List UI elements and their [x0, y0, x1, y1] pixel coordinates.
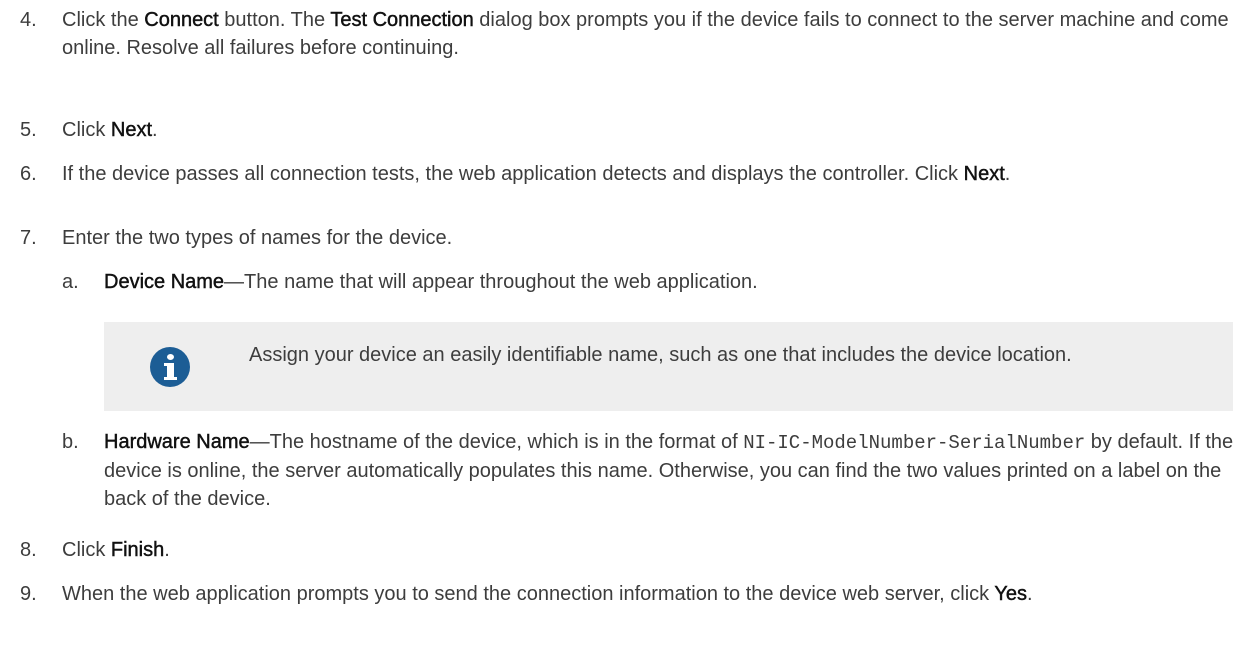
note-text: Assign your device an easily identifiabl… [249, 344, 1072, 366]
info-note: Assign your device an easily identifiabl… [104, 322, 1233, 411]
step-text: Click Next. [62, 116, 1232, 144]
substep-text: Hardware Name—The hostname of the device… [104, 428, 1234, 513]
substep-letter: a. [62, 271, 79, 293]
step-text: Click the Connect button. The Test Conne… [62, 6, 1232, 62]
text-run: —The hostname of the device, which is in… [249, 431, 744, 453]
text-run: If the device passes all connection test… [62, 163, 964, 185]
ui-term: Device Name [104, 271, 225, 293]
text-run: When the web application prompts you to … [62, 583, 995, 605]
text-run: —The name that will appear throughout th… [224, 271, 758, 293]
step-text: Enter the two types of names for the dev… [62, 224, 1232, 252]
ui-term: Next [110, 119, 153, 141]
step-text: Click Finish. [62, 536, 1232, 564]
step-number: 8. [20, 539, 37, 561]
text-run: . [164, 539, 170, 561]
ui-term: Next [963, 163, 1005, 185]
step-number: 7. [20, 227, 37, 249]
step-number: 9. [20, 583, 37, 605]
ui-term: Hardware Name [104, 431, 250, 453]
substep-letter: b. [62, 431, 79, 453]
step-text: When the web application prompts you to … [62, 580, 1232, 608]
ui-term: Test Connection [330, 9, 474, 31]
step-number: 5. [20, 119, 37, 141]
text-run: button. The [218, 9, 331, 31]
step-text: If the device passes all connection test… [62, 160, 1232, 188]
ui-term: Yes [994, 583, 1028, 605]
step-number: 4. [20, 9, 37, 31]
text-run: Enter the two types of names for the dev… [62, 227, 453, 249]
code-text: NI-IC-ModelNumber-SerialNumber [743, 432, 1086, 454]
text-run: Click [62, 539, 111, 561]
text-run: Click [62, 119, 111, 141]
ui-term: Connect [144, 9, 219, 31]
ui-term: Finish [110, 539, 165, 561]
text-run: . [1027, 583, 1033, 605]
info-icon [150, 347, 190, 387]
text-run: . [1004, 163, 1011, 185]
step-number: 6. [20, 163, 37, 185]
text-run: . [152, 119, 158, 141]
substep-text: Device Name—The name that will appear th… [104, 268, 1234, 296]
text-run: Click the [62, 9, 145, 31]
